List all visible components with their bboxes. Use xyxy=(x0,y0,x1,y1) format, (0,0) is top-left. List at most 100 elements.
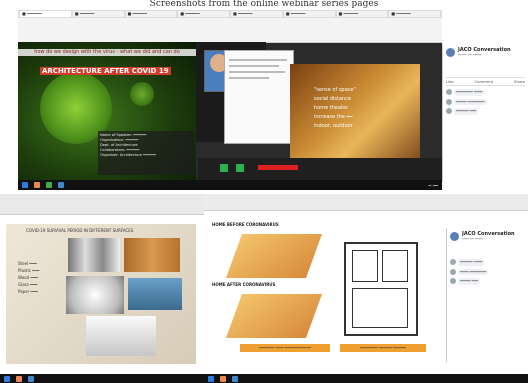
page-avatar xyxy=(450,231,459,241)
browser-tab-bar[interactable]: ■ ━━━━━━ ■ ━━━━━━ ■ ━━━━━━ ■ ━━━━━━ ■ ━━━━━━… xyxy=(18,10,442,18)
mute-button[interactable] xyxy=(220,164,228,172)
browser-tab[interactable]: ■ ━━━━━━ xyxy=(72,11,124,17)
comment: ━━━━━━ ━━━ xyxy=(446,108,525,115)
surface-label: Wood xyxy=(18,275,31,280)
comment-list: ━━━━━━━━ ━━━━ ━━━━━ ━━━━━━━━ ━━━━━━ ━━━ xyxy=(446,89,525,115)
surface-value: ━━━ xyxy=(30,282,38,287)
share-button[interactable]: Share xyxy=(514,79,525,84)
surface-value: ━━━ xyxy=(29,261,37,266)
surface-label: Plastic xyxy=(18,268,33,273)
footer-bar-2: ━━━━━━━━ ━━━━━━ ━━━━━━ xyxy=(340,344,426,352)
surface-row: Wood ━━━ xyxy=(18,274,39,281)
app-icon[interactable] xyxy=(58,182,64,188)
browser-toolbar[interactable] xyxy=(18,18,442,43)
comment: ━━━━━━━━ ━━━━ xyxy=(446,89,525,96)
app-icon[interactable] xyxy=(220,375,226,382)
iso-diagram-before xyxy=(225,234,323,278)
slide-canvas: COVID-19 SURVIVAL PERIOD IN DIFFERENT SU… xyxy=(6,224,196,364)
diagram-label-after: HOME AFTER CORONAVIRUS xyxy=(212,282,276,287)
photo-text-overlay: "sense of space" social distance home thea… xyxy=(314,86,356,131)
overlay-line: indoor, outdoor xyxy=(314,123,353,129)
screenshot-top-left: ■ ━━━━━━ ■ ━━━━━━ ■ ━━━━━━ ■ ━━━━━━ ■ ━━━━━━… xyxy=(18,10,442,190)
browser-tab[interactable]: ■ ━━━━━━ xyxy=(389,11,440,17)
surface-row: Plastic ━━━ xyxy=(18,267,39,274)
post-actions: Like Comment Share xyxy=(446,77,525,86)
start-icon[interactable] xyxy=(208,375,214,382)
presentation-slide: how do we design with the virus - what w… xyxy=(18,42,196,180)
commenter-avatar[interactable] xyxy=(450,278,456,284)
surface-value: ━━━ xyxy=(32,268,40,273)
comment-text: ━━━━ ━━━━━━━━ xyxy=(458,268,489,275)
overlay-line: "sense of space" xyxy=(314,87,356,93)
diagram-label-before: HOME BEFORE CORONAVIRUS xyxy=(212,222,279,227)
facebook-panel-top: JACO Conversation ━━━━ ━━ ━━━━ Like Comme… xyxy=(442,44,528,182)
post-meta: ━━━━ ━━ ━━━━ xyxy=(458,53,482,57)
app-icon[interactable] xyxy=(46,182,52,188)
browser-tab[interactable]: ■ ━━━━━━ xyxy=(336,11,388,17)
taskbar xyxy=(0,374,204,383)
comment-list: ━━━━━━ ━━━━ ━━━━ ━━━━━━━━ ━━━━━ ━━━ xyxy=(450,259,525,285)
surface-value: ━━━ xyxy=(30,275,38,280)
surface-label: Steel xyxy=(18,261,30,266)
page-avatar xyxy=(446,47,455,57)
overlay-line: home theater xyxy=(314,105,349,111)
post-meta: ━━━ ━━ ━━━━ xyxy=(462,237,484,241)
fabric-photo xyxy=(66,276,124,314)
steel-texture xyxy=(68,238,120,272)
building-photo xyxy=(128,278,182,310)
paper-photo xyxy=(86,316,156,356)
commenter-avatar[interactable] xyxy=(446,98,452,105)
comment-text: ━━━━━ ━━━ xyxy=(458,278,480,285)
comment: ━━━━━ ━━━ xyxy=(450,278,525,285)
comment-text: ━━━━━ ━━━━━━━━ xyxy=(454,98,487,105)
stop-video-button[interactable] xyxy=(236,164,244,172)
virus-illustration-small xyxy=(130,82,154,106)
surface-label: Glass xyxy=(18,282,31,287)
iso-diagram-after xyxy=(225,294,323,338)
browser-toolbar[interactable] xyxy=(0,194,204,215)
surface-table: Steel ━━━ Plastic ━━━ Wood ━━━ Glass ━━━ Pap… xyxy=(18,260,39,295)
commenter-avatar[interactable] xyxy=(450,259,456,265)
browser-tab[interactable]: ■ ━━━━━━ xyxy=(283,11,335,17)
slide-title: ARCHITECTURE AFTER COVID 19 xyxy=(40,67,171,75)
overlay-line: social distance xyxy=(314,96,352,102)
taskbar: ━:━━ xyxy=(18,180,442,190)
slide-banner: how do we design with the virus - what w… xyxy=(18,49,196,56)
screenshot-bottom-right: HOME BEFORE CORONAVIRUS HOME AFTER CORON… xyxy=(204,194,528,383)
comment: ━━━━ ━━━━━━━━ xyxy=(450,268,525,275)
browser-tab[interactable]: ■ ━━━━━━ xyxy=(125,11,177,17)
commenter-avatar[interactable] xyxy=(446,89,452,95)
surface-label: Paper xyxy=(18,289,31,294)
browser-tab[interactable]: ■ ━━━━━━ xyxy=(231,11,282,17)
surface-row: Paper ━━━ xyxy=(18,288,39,295)
browser-tab[interactable]: ■ ━━━━━━ xyxy=(178,11,229,17)
browser-toolbar[interactable] xyxy=(204,194,528,211)
app-icon[interactable] xyxy=(28,375,34,382)
comment-text: ━━━━━━ ━━━ xyxy=(454,108,479,115)
slide-title: COVID-19 SURVIVAL PERIOD IN DIFFERENT SU… xyxy=(26,228,134,233)
end-button[interactable] xyxy=(258,165,298,170)
comment-button[interactable]: Comment xyxy=(475,79,494,84)
meeting-controls[interactable] xyxy=(198,158,442,180)
document-window xyxy=(224,50,294,144)
comment-text: ━━━━━━ ━━━━ xyxy=(458,259,485,266)
commenter-avatar[interactable] xyxy=(446,108,452,114)
comment: ━━━━━━ ━━━━ xyxy=(450,259,525,266)
app-icon[interactable] xyxy=(232,375,238,382)
figure-caption: Screenshots from the online webinar seri… xyxy=(149,0,379,9)
speaker-info-line: Organizer: Architecture ━━━━━━ xyxy=(100,153,156,157)
wood-texture xyxy=(124,238,180,272)
taskbar-clock: ━:━━ xyxy=(428,182,438,188)
like-button[interactable]: Like xyxy=(446,79,454,84)
app-icon[interactable] xyxy=(34,182,40,188)
start-icon[interactable] xyxy=(22,182,28,188)
overlay-line: increase the ━━ xyxy=(314,114,353,120)
comment: ━━━━━ ━━━━━━━━ xyxy=(446,98,525,105)
comment-text: ━━━━━━━━ ━━━━ xyxy=(454,89,485,96)
browser-tab[interactable]: ■ ━━━━━━ xyxy=(20,11,71,17)
start-icon[interactable] xyxy=(4,375,10,382)
commenter-avatar[interactable] xyxy=(450,268,456,275)
surface-row: Steel ━━━ xyxy=(18,260,39,267)
floor-plan xyxy=(344,242,418,336)
app-icon[interactable] xyxy=(16,375,22,382)
